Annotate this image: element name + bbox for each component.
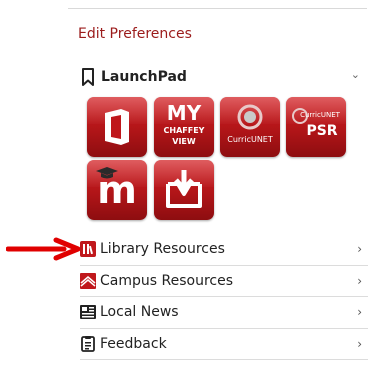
red-arrow-annotation bbox=[6, 237, 81, 261]
menu-item-label: Feedback bbox=[100, 335, 167, 352]
menu-item-library-resources[interactable]: Library Resources › bbox=[80, 234, 368, 266]
menu-item-campus-resources[interactable]: Campus Resources › bbox=[80, 266, 368, 297]
launchpad-header[interactable]: LaunchPad ⌄ bbox=[80, 62, 366, 92]
office-icon bbox=[105, 109, 129, 145]
chevron-right-icon: › bbox=[357, 273, 362, 288]
curricunet-logo-icon bbox=[237, 104, 263, 130]
campus-icon bbox=[80, 272, 96, 289]
chevron-right-icon: › bbox=[357, 242, 362, 257]
resource-menu: Library Resources › Campus Resources › L… bbox=[80, 234, 368, 360]
bookmark-icon bbox=[82, 68, 94, 86]
menu-item-label: Library Resources bbox=[100, 241, 225, 258]
feedback-icon bbox=[81, 335, 95, 352]
download-tray-icon bbox=[166, 170, 202, 208]
library-icon bbox=[80, 241, 96, 258]
news-icon bbox=[80, 305, 96, 320]
chevron-right-icon: › bbox=[357, 305, 362, 320]
menu-item-local-news[interactable]: Local News › bbox=[80, 297, 368, 329]
tile-line3: VIEW bbox=[172, 137, 196, 146]
tile-label: CurricUNET bbox=[227, 135, 273, 144]
menu-item-label: Campus Resources bbox=[100, 272, 233, 289]
curricunet-psr-tile[interactable]: CurricUNET PSR bbox=[286, 97, 346, 157]
menu-item-label: Local News bbox=[100, 304, 179, 321]
moodle-tile[interactable]: m bbox=[87, 160, 147, 220]
launchpad-title: LaunchPad bbox=[101, 69, 187, 85]
menu-item-feedback[interactable]: Feedback › bbox=[80, 329, 368, 360]
edit-preferences-link[interactable]: Edit Preferences bbox=[78, 26, 192, 42]
graduation-cap-icon bbox=[96, 167, 118, 179]
tile-line1: CurricUNET bbox=[300, 111, 340, 119]
office-tile[interactable] bbox=[87, 97, 147, 157]
curricunet-tile[interactable]: CurricUNET bbox=[220, 97, 280, 157]
download-tile[interactable] bbox=[154, 160, 214, 220]
tile-line2: CHAFFEY bbox=[163, 126, 205, 135]
my-chaffey-view-tile[interactable]: MY CHAFFEY VIEW bbox=[154, 97, 214, 157]
top-divider bbox=[68, 8, 367, 9]
chevron-down-icon[interactable]: ⌄ bbox=[351, 68, 360, 81]
tile-line1: MY bbox=[166, 101, 202, 125]
tile-line2: PSR bbox=[306, 123, 338, 139]
chevron-right-icon: › bbox=[357, 336, 362, 351]
